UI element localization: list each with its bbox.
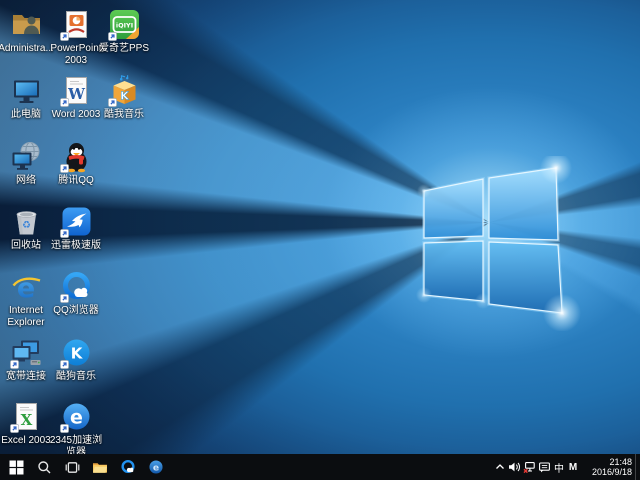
desktop-icon-browser-2345[interactable]: e 2345加速浏 览器 bbox=[44, 400, 108, 458]
word-icon: W bbox=[60, 74, 93, 107]
shortcut-arrow-icon bbox=[60, 98, 69, 107]
clock-date: 2016/9/18 bbox=[584, 467, 632, 477]
taskbar-browser-2345-button[interactable]: e bbox=[142, 454, 170, 480]
task-view-button[interactable] bbox=[58, 454, 86, 480]
shortcut-arrow-icon bbox=[60, 424, 69, 433]
recycle-bin-icon: ♻ bbox=[10, 205, 43, 238]
desktop-icon-label: 回收站 bbox=[11, 240, 41, 252]
qq-penguin-icon bbox=[60, 140, 93, 173]
svg-text:W: W bbox=[67, 85, 86, 103]
kuwo-music-icon: K bbox=[108, 74, 141, 107]
action-center-icon bbox=[538, 461, 551, 474]
desktop-icon-label: 宽带连接 bbox=[6, 371, 46, 383]
desktop-icon-label: 酷狗音乐 bbox=[56, 371, 96, 383]
tray-volume[interactable] bbox=[507, 454, 522, 480]
svg-text:e: e bbox=[16, 273, 34, 303]
taskbar-qq-browser-button[interactable] bbox=[114, 454, 142, 480]
svg-text:X: X bbox=[20, 411, 32, 429]
shortcut-arrow-icon bbox=[60, 164, 69, 173]
shortcut-arrow-icon bbox=[108, 32, 117, 41]
svg-text:♻: ♻ bbox=[22, 220, 31, 231]
show-desktop-button[interactable] bbox=[635, 454, 640, 480]
desktop-icon-label: 此电脑 bbox=[11, 109, 41, 121]
network-globe-icon bbox=[10, 140, 43, 173]
shortcut-arrow-icon bbox=[60, 360, 69, 369]
desktop-icon-thunder-speed[interactable]: 迅雷极速版 bbox=[44, 205, 108, 252]
svg-text:e: e bbox=[70, 407, 83, 429]
svg-text:iQIYI: iQIYI bbox=[115, 21, 132, 29]
qq-browser-icon bbox=[60, 270, 93, 303]
svg-text:e: e bbox=[153, 462, 159, 473]
browser-2345-icon: e bbox=[60, 400, 93, 433]
powerpoint-icon bbox=[60, 8, 93, 41]
system-tray: 中 M 21:48 2016/9/18 bbox=[492, 454, 640, 480]
network-error-icon bbox=[523, 461, 536, 474]
chevron-up-icon bbox=[494, 461, 506, 473]
windows-hero-logo bbox=[403, 156, 583, 331]
broadband-connection-icon bbox=[10, 336, 43, 369]
shortcut-arrow-icon bbox=[108, 98, 117, 107]
thunder-bird-icon bbox=[60, 205, 93, 238]
clock-time: 21:48 bbox=[584, 457, 632, 467]
tray-action-center[interactable] bbox=[537, 454, 552, 480]
internet-explorer-icon: e bbox=[10, 270, 43, 303]
volume-icon bbox=[508, 461, 521, 473]
taskbar: e bbox=[0, 454, 640, 480]
file-explorer-button[interactable] bbox=[86, 454, 114, 480]
shortcut-arrow-icon bbox=[10, 360, 19, 369]
desktop-icon-label: 网络 bbox=[16, 175, 36, 187]
kugou-music-icon: K bbox=[60, 336, 93, 369]
shortcut-arrow-icon bbox=[10, 424, 19, 433]
windows-logo-icon bbox=[9, 460, 24, 475]
desktop-icon-iqiyi-pps[interactable]: iQIYI 爱奇艺PPS bbox=[92, 8, 156, 55]
desktop-icon-tencent-qq[interactable]: 腾讯QQ bbox=[44, 140, 108, 187]
start-button[interactable] bbox=[2, 454, 30, 480]
desktop-icon-kuwo-music[interactable]: K 酷我音乐 bbox=[92, 74, 156, 121]
desktop-icon-label: Internet Explorer bbox=[7, 305, 44, 328]
svg-text:K: K bbox=[70, 345, 83, 363]
desktop-icon-label: QQ浏览器 bbox=[53, 305, 99, 317]
desktop-icon-label: 爱奇艺PPS bbox=[99, 43, 149, 55]
tray-ime-mode[interactable]: M bbox=[566, 454, 580, 480]
file-explorer-icon bbox=[92, 460, 108, 475]
shortcut-arrow-icon bbox=[60, 229, 69, 238]
desktop-icon-label: 酷我音乐 bbox=[104, 109, 144, 121]
search-icon bbox=[37, 460, 52, 475]
tray-network-disconnected[interactable] bbox=[522, 454, 537, 480]
browser-2345-icon: e bbox=[148, 459, 164, 475]
taskbar-clock[interactable]: 21:48 2016/9/18 bbox=[584, 457, 632, 477]
tray-ime-language[interactable]: 中 bbox=[552, 454, 566, 480]
qq-browser-icon bbox=[120, 459, 136, 475]
windows-desktop: Administra... PowerPoint 2003 bbox=[0, 0, 640, 480]
svg-text:K: K bbox=[120, 90, 129, 103]
shortcut-arrow-icon bbox=[60, 294, 69, 303]
task-view-icon bbox=[65, 460, 80, 475]
tray-show-hidden-icons[interactable] bbox=[492, 454, 507, 480]
computer-icon bbox=[10, 74, 43, 107]
desktop-icon-kugou-music[interactable]: K 酷狗音乐 bbox=[44, 336, 108, 383]
search-button[interactable] bbox=[30, 454, 58, 480]
shortcut-arrow-icon bbox=[60, 32, 69, 41]
desktop-icon-qq-browser[interactable]: QQ浏览器 bbox=[44, 270, 108, 317]
desktop-icon-label: 迅雷极速版 bbox=[51, 240, 101, 252]
user-folder-icon bbox=[10, 8, 43, 41]
iqiyi-icon: iQIYI bbox=[108, 8, 141, 41]
excel-icon: X bbox=[10, 400, 43, 433]
desktop-icon-label: 腾讯QQ bbox=[58, 175, 94, 187]
